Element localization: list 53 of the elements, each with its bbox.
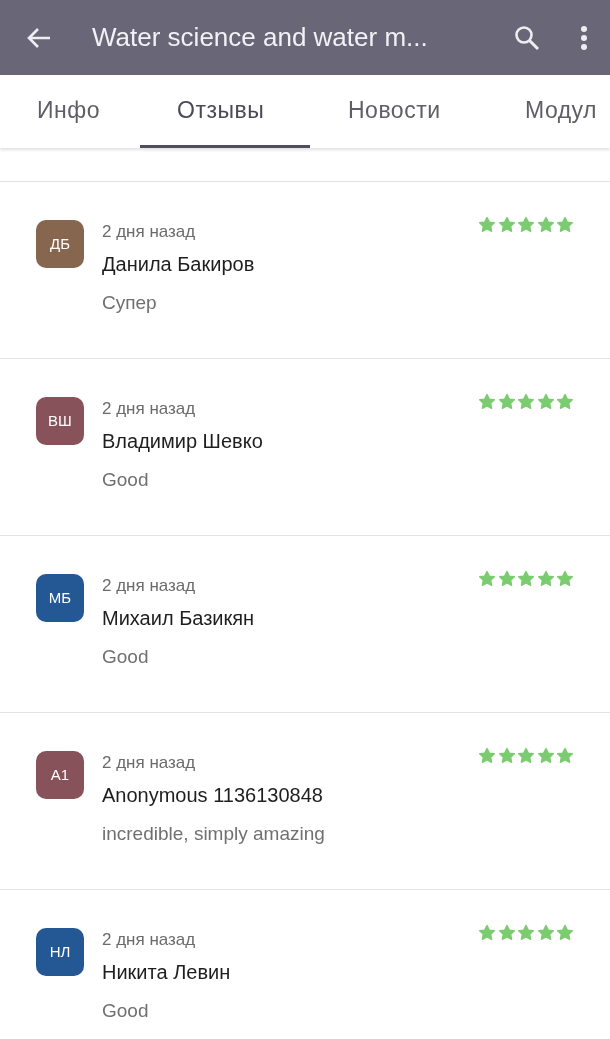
reviewer-name: Владимир Шевко — [102, 429, 264, 454]
back-icon[interactable] — [26, 26, 52, 49]
star-icon — [497, 924, 516, 942]
star-icon — [517, 570, 535, 588]
star-icon — [497, 393, 516, 411]
star-icon — [497, 747, 516, 765]
review-date: 2 дня назад — [102, 221, 197, 243]
review-text: Good — [102, 468, 150, 492]
review-text: Good — [102, 645, 150, 669]
tab[interactable]: Модул — [480, 75, 610, 148]
star-icon — [478, 393, 496, 411]
review-text: Good — [102, 999, 150, 1023]
star-icon — [536, 570, 555, 588]
star-icon — [517, 393, 535, 411]
avatar: ВШ — [36, 397, 84, 445]
star-icon — [556, 924, 574, 942]
review-text: incredible, simply amazing — [102, 822, 326, 846]
star-icon — [556, 393, 574, 411]
avatar: А1 — [36, 751, 84, 799]
star-icon — [497, 570, 516, 588]
star-icon — [478, 924, 496, 942]
star-icon — [517, 747, 535, 765]
more-icon[interactable] — [580, 24, 588, 51]
reviewer-name: Данила Бакиров — [102, 252, 256, 277]
tab[interactable]: Инфо — [0, 75, 140, 148]
star-icon — [478, 570, 496, 588]
star-icon — [478, 216, 496, 234]
star-icon — [536, 393, 555, 411]
reviewer-name: Никита Левин — [102, 960, 232, 985]
review-date: 2 дня назад — [102, 929, 197, 951]
star-icon — [556, 747, 574, 765]
reviewer-name: Михаил Базикян — [102, 606, 256, 631]
screen-title: Water science and water m... — [92, 21, 429, 54]
star-icon — [517, 924, 535, 942]
avatar: НЛ — [36, 928, 84, 976]
star-icon — [536, 216, 555, 234]
review-text: Супер — [102, 291, 158, 315]
tab[interactable]: Отзывы — [140, 75, 310, 148]
star-icon — [536, 747, 555, 765]
star-icon — [556, 216, 574, 234]
star-icon — [497, 216, 516, 234]
star-icon — [517, 216, 535, 234]
star-icon — [478, 747, 496, 765]
avatar: МБ — [36, 574, 84, 622]
review-date: 2 дня назад — [102, 575, 197, 597]
star-icon — [536, 924, 555, 942]
reviewer-name: Anonymous 1136130848 — [102, 783, 324, 808]
star-icon — [556, 570, 574, 588]
avatar: ДБ — [36, 220, 84, 268]
review-date: 2 дня назад — [102, 398, 197, 420]
search-icon[interactable] — [514, 24, 540, 51]
review-date: 2 дня назад — [102, 752, 197, 774]
tab[interactable]: Новости — [310, 75, 480, 148]
